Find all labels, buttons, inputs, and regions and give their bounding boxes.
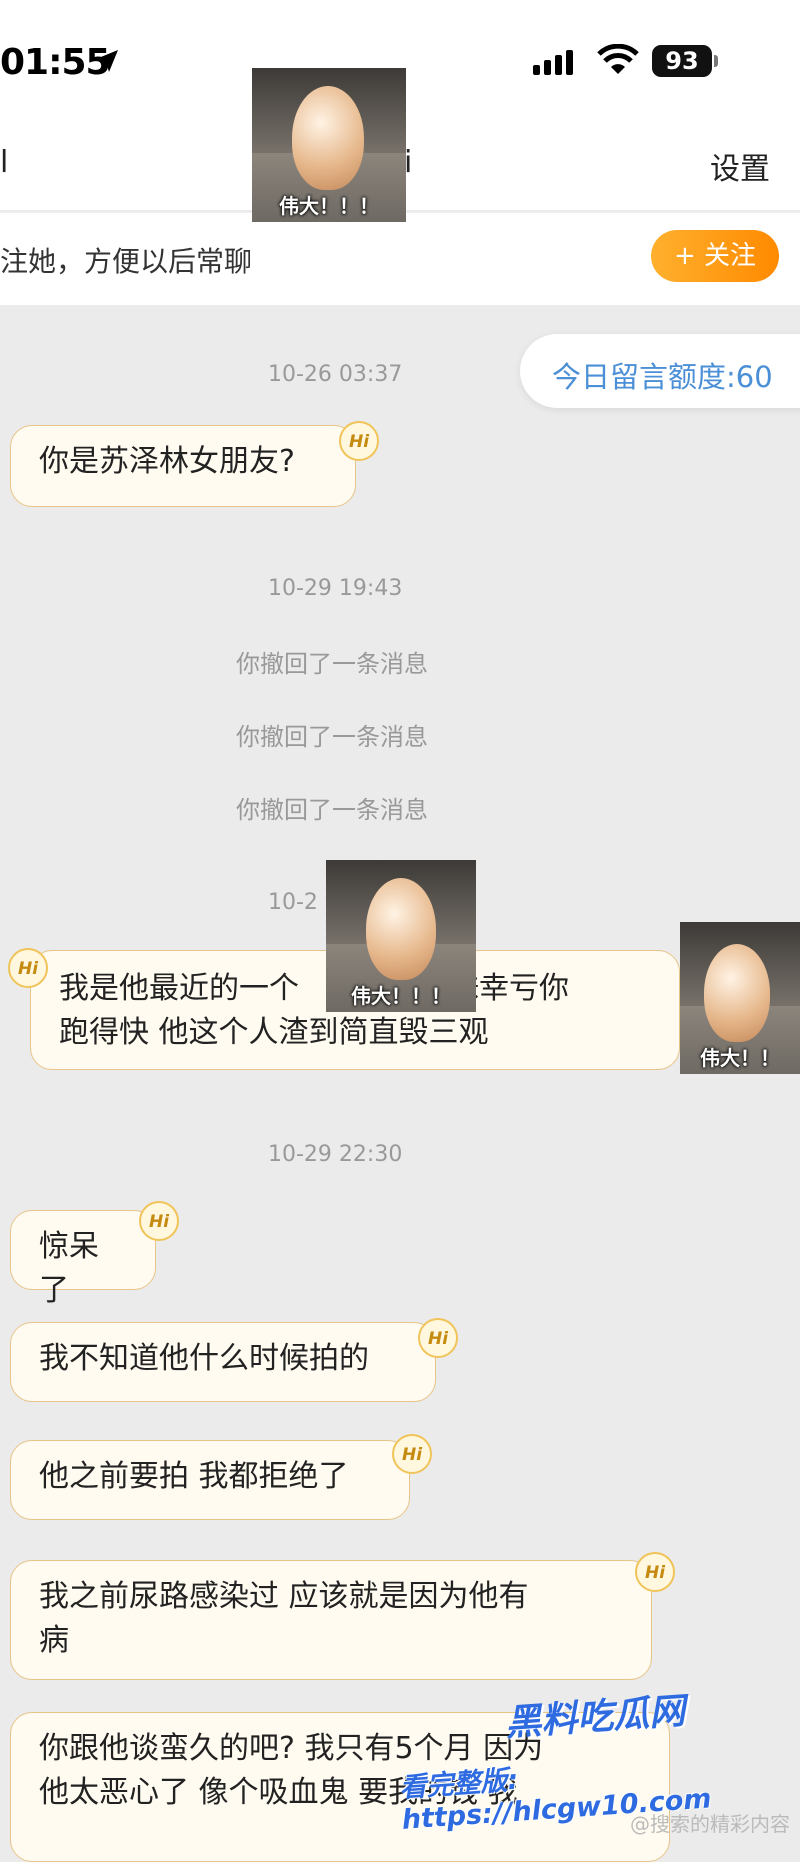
- sticker-caption: 伟大！！！: [351, 984, 451, 1008]
- timestamp: 10-26 03:37: [268, 362, 403, 387]
- sticker-image: 伟大！！: [680, 922, 800, 1074]
- follow-banner-text: 注她，方便以后常聊: [0, 245, 253, 278]
- recall-notice: 你撤回了一条消息: [236, 723, 428, 751]
- hi-badge-icon: Hi: [392, 1434, 432, 1474]
- timestamp: 10-2: [268, 890, 318, 915]
- sticker-caption: 伟大！！！: [279, 194, 379, 218]
- timestamp: 10-29 22:30: [268, 1142, 403, 1167]
- message-text: 你是苏泽林女朋友?: [39, 444, 295, 479]
- battery-tip: [714, 55, 718, 67]
- weibo-watermark: @搜索的精彩内容: [630, 1812, 790, 1836]
- wifi-icon: [597, 44, 639, 74]
- message-text-line: 我是他最近的一个: [59, 971, 299, 1006]
- message-bubble[interactable]: 惊呆了: [10, 1210, 156, 1308]
- timestamp: 10-29 19:43: [268, 576, 403, 601]
- sticker-caption: 伟大！！: [700, 1046, 780, 1070]
- message-text-line: 跑得快 他这个人渣到简直毁三观: [59, 1015, 489, 1050]
- message-quota-label: 今日留言额度:60: [552, 360, 773, 394]
- sticker-image: 伟大！！！: [326, 860, 476, 1012]
- hi-badge-icon: Hi: [139, 1201, 179, 1241]
- message-text: 我不知道他什么时候拍的: [39, 1341, 369, 1376]
- message-text: 他之前要拍 我都拒绝了: [39, 1459, 349, 1494]
- sticker-image: 伟大！！！: [252, 68, 406, 222]
- hi-badge-icon: Hi: [339, 421, 379, 461]
- back-button[interactable]: l: [0, 145, 8, 180]
- message-bubble[interactable]: 我不知道他什么时候拍的: [10, 1322, 436, 1402]
- message-bubble[interactable]: 你是苏泽林女朋友?: [10, 425, 356, 507]
- follow-button[interactable]: + 关注: [651, 230, 779, 282]
- message-bubble[interactable]: 我之前尿路感染过 应该就是因为他有 病: [10, 1560, 652, 1680]
- location-arrow-icon: [96, 50, 118, 72]
- hi-badge-icon: Hi: [8, 948, 48, 988]
- cellular-signal-icon: [533, 50, 577, 75]
- recall-notice: 你撤回了一条消息: [236, 796, 428, 824]
- hi-badge-icon: Hi: [418, 1318, 458, 1358]
- battery-level: 93: [652, 45, 712, 77]
- message-bubble[interactable]: 他之前要拍 我都拒绝了: [10, 1440, 410, 1520]
- recall-notice: 你撤回了一条消息: [236, 650, 428, 678]
- message-text-line: 病: [39, 1623, 69, 1658]
- hi-badge-icon: Hi: [635, 1552, 675, 1592]
- message-text: 惊呆了: [39, 1229, 99, 1308]
- message-text-line: 我之前尿路感染过 应该就是因为他有: [39, 1579, 529, 1614]
- settings-button[interactable]: 设置: [710, 144, 770, 188]
